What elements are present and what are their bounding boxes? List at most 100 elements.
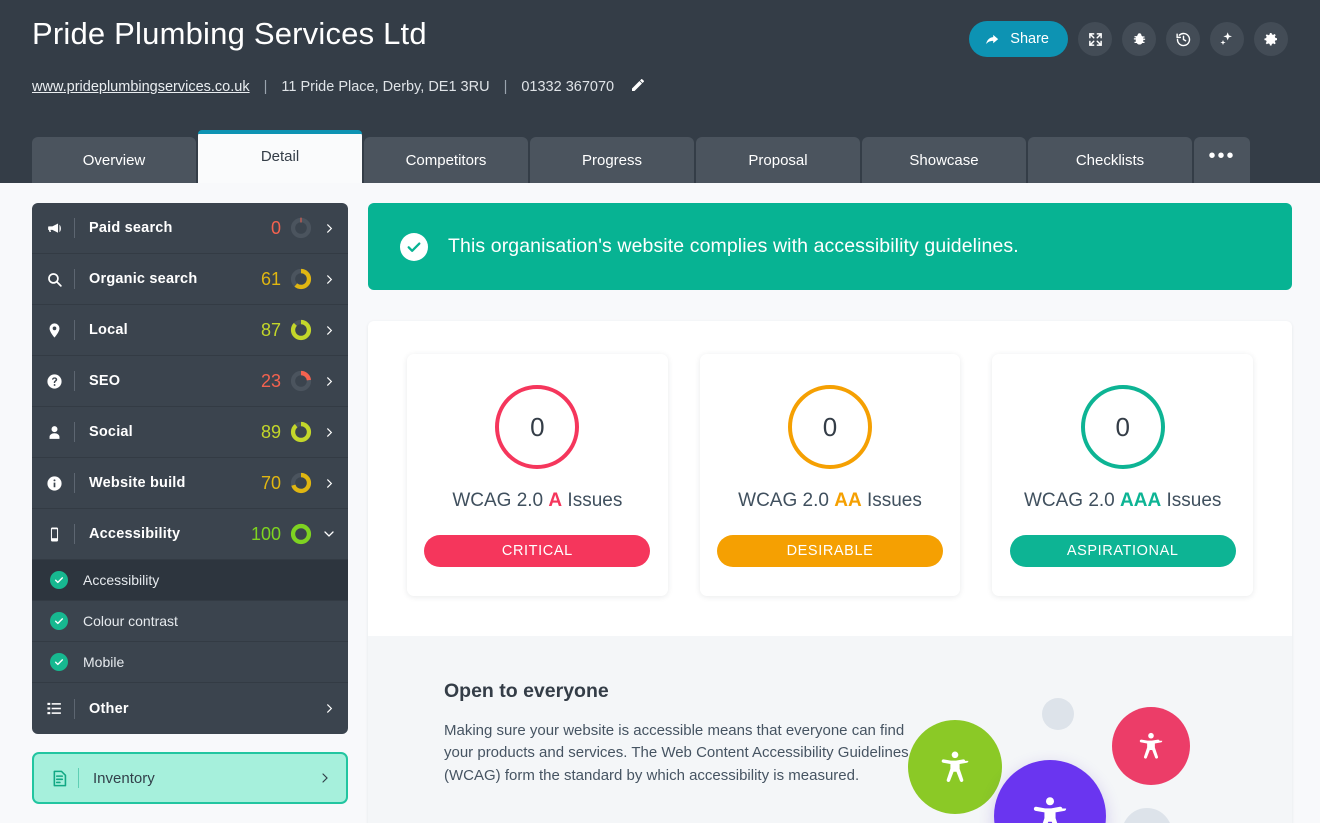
- wcag-severity-pill-aspirational[interactable]: ASPIRATIONAL: [1009, 535, 1236, 567]
- compliance-banner: This organisation's website complies wit…: [368, 203, 1292, 290]
- sidebar-item-score: 70: [260, 472, 281, 493]
- wcag-caption: WCAG 2.0 AAA Issues: [1024, 490, 1221, 512]
- sidebar-item-paid-search[interactable]: Paid search 0: [32, 203, 348, 254]
- divider: [74, 218, 75, 238]
- sidebar-item-label: SEO: [89, 373, 121, 389]
- tab-detail[interactable]: Detail: [198, 130, 362, 183]
- divider: [74, 422, 75, 442]
- score-gauge: [290, 217, 312, 239]
- wcag-level: A: [548, 490, 563, 511]
- sidebar-item-label: Local: [89, 322, 128, 338]
- chevron-right-icon: [322, 274, 336, 285]
- sidebar-subitem-accessibility[interactable]: Accessibility: [32, 560, 348, 601]
- sidebar-item-score: 0: [270, 217, 281, 238]
- wcag-caption-prefix: WCAG 2.0: [738, 490, 835, 511]
- page-body: Paid search 0 Organic search 61 Local 87…: [0, 183, 1320, 823]
- sidebar-subitem-label: Colour contrast: [83, 613, 178, 629]
- tab-checklists[interactable]: Checklists: [1028, 137, 1192, 183]
- decorative-circle: [1122, 808, 1172, 823]
- score-gauge: [290, 472, 312, 494]
- sidebar-item-label: Accessibility: [89, 526, 181, 542]
- tab-showcase[interactable]: Showcase: [862, 137, 1026, 183]
- score-gauge: [290, 268, 312, 290]
- sparkles-icon: [1219, 31, 1235, 47]
- settings-button[interactable]: [1254, 22, 1288, 56]
- wcag-card-aa: 0 WCAG 2.0 AA Issues DESIRABLE: [699, 354, 961, 596]
- score-gauge: [290, 523, 312, 545]
- sidebar-item-seo[interactable]: SEO 23: [32, 356, 348, 407]
- sidebar-item-social[interactable]: Social 89: [32, 407, 348, 458]
- chevron-right-icon: [322, 376, 336, 387]
- sidebar-item-label: Organic search: [89, 271, 198, 287]
- share-button-label: Share: [1010, 31, 1049, 47]
- sidebar-item-score: 89: [260, 421, 281, 442]
- divider: [74, 371, 75, 391]
- divider: [74, 269, 75, 289]
- chevron-right-icon: [322, 478, 336, 489]
- tab-proposal[interactable]: Proposal: [696, 137, 860, 183]
- sidebar-subitem-mobile[interactable]: Mobile: [32, 642, 348, 683]
- expand-button[interactable]: [1078, 22, 1112, 56]
- sidebar-subitem-colour-contrast[interactable]: Colour contrast: [32, 601, 348, 642]
- sidebar-nav-card: Paid search 0 Organic search 61 Local 87…: [32, 203, 348, 734]
- wcag-card-a: 0 WCAG 2.0 A Issues CRITICAL: [407, 354, 668, 596]
- wcag-card-row: 0 WCAG 2.0 A Issues CRITICAL 0 WCAG 2.0 …: [368, 321, 1292, 636]
- tab-competitors[interactable]: Competitors: [364, 137, 528, 183]
- meta-separator-2: |: [503, 79, 508, 95]
- wcag-card-aaa: 0 WCAG 2.0 AAA Issues ASPIRATIONAL: [992, 354, 1254, 596]
- sidebar-item-local[interactable]: Local 87: [32, 305, 348, 356]
- sidebar-item-accessibility[interactable]: Accessibility 100: [32, 509, 348, 560]
- open-to-everyone-text: Open to everyone Making sure your websit…: [444, 680, 914, 802]
- tab-more-menu[interactable]: •••: [1194, 137, 1250, 183]
- wcag-count-ring: 0: [788, 385, 872, 469]
- page-header: Pride Plumbing Services Ltd Share www.pr…: [0, 0, 1320, 183]
- wcag-caption-prefix: WCAG 2.0: [1023, 490, 1121, 511]
- pencil-icon: [630, 77, 646, 97]
- share-button[interactable]: Share: [969, 21, 1068, 57]
- chevron-right-icon: [322, 223, 336, 234]
- score-gauge: [290, 370, 312, 392]
- sidebar-item-label: Paid search: [89, 220, 173, 236]
- wcag-count-ring: 0: [495, 385, 580, 469]
- divider: [74, 698, 75, 719]
- list-icon: [46, 700, 72, 717]
- sparkles-button[interactable]: [1210, 22, 1244, 56]
- sidebar-item-score: 61: [260, 268, 281, 289]
- chevron-right-icon: [322, 703, 336, 714]
- wcag-severity-pill-critical[interactable]: CRITICAL: [424, 535, 651, 567]
- question-circle-icon: [46, 373, 72, 390]
- check-circle-icon: [400, 232, 428, 261]
- meta-separator-1: |: [263, 79, 268, 95]
- wcag-severity-pill-desirable[interactable]: DESIRABLE: [717, 535, 943, 567]
- sidebar-item-other[interactable]: Other: [32, 683, 348, 734]
- mobile-icon: [46, 526, 72, 543]
- document-icon: [50, 769, 76, 788]
- check-circle-icon: [50, 653, 68, 671]
- expand-icon: [1088, 32, 1103, 47]
- header-meta-row: www.prideplumbingservices.co.uk | 11 Pri…: [32, 77, 1288, 97]
- wcag-caption-suffix: Issues: [861, 490, 922, 511]
- sidebar-item-organic-search[interactable]: Organic search 61: [32, 254, 348, 305]
- tab-overview[interactable]: Overview: [32, 137, 196, 183]
- section-heading: Open to everyone: [444, 680, 609, 702]
- chevron-right-icon: [318, 772, 332, 784]
- inventory-button[interactable]: Inventory: [32, 752, 348, 804]
- accessibility-circle-pink: [1112, 707, 1190, 785]
- divider: [74, 524, 75, 544]
- history-button[interactable]: [1166, 22, 1200, 56]
- sidebar-subitem-label: Mobile: [83, 654, 125, 670]
- history-clock-icon: [1175, 31, 1192, 48]
- search-icon: [46, 271, 72, 288]
- edit-details-button[interactable]: [630, 77, 646, 97]
- website-link[interactable]: www.prideplumbingservices.co.uk: [32, 79, 250, 95]
- accessibility-panel: 0 WCAG 2.0 A Issues CRITICAL 0 WCAG 2.0 …: [368, 321, 1292, 823]
- tab-progress[interactable]: Progress: [530, 137, 694, 183]
- check-circle-icon: [50, 571, 68, 589]
- sidebar-item-website-build[interactable]: Website build 70: [32, 458, 348, 509]
- bug-button[interactable]: [1122, 22, 1156, 56]
- wcag-caption: WCAG 2.0 A Issues: [452, 490, 622, 512]
- wcag-caption-suffix: Issues: [562, 490, 623, 511]
- divider: [74, 473, 75, 493]
- wcag-caption-suffix: Issues: [1161, 490, 1222, 511]
- divider: [74, 320, 75, 340]
